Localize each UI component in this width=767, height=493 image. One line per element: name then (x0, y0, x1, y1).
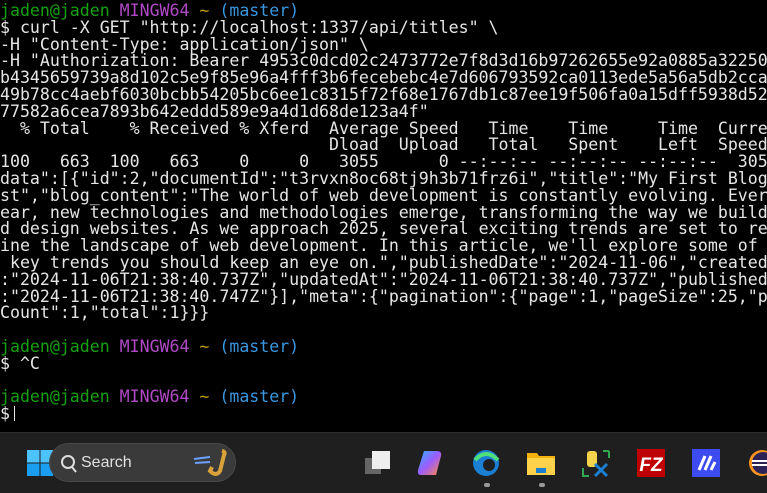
task-view-button[interactable] (360, 445, 396, 481)
dev-app-icon (692, 449, 720, 477)
search-label: Search (81, 454, 132, 471)
terminal-line: $ (0, 404, 767, 424)
dev-app-button[interactable] (688, 445, 724, 481)
saxophone-icon (193, 449, 227, 476)
text-cursor (13, 406, 15, 422)
terminal-text: $ ^C (0, 353, 40, 373)
filezilla-button[interactable]: FZ (633, 445, 669, 481)
prompt-tilde: ~ (199, 336, 220, 356)
svg-text:FZ: FZ (639, 455, 664, 476)
search-icon (61, 455, 77, 473)
copilot-button[interactable] (412, 445, 448, 481)
running-indicator (539, 483, 545, 487)
terminal-line: Count":1,"total":1}}} (0, 303, 767, 323)
database-tool-icon (582, 450, 610, 478)
edge-button[interactable] (468, 445, 504, 481)
eclipse-button[interactable] (742, 445, 767, 481)
terminal-line: jaden@jaden MINGW64 ~ (master) (0, 387, 767, 407)
prompt-user: jaden@jaden (0, 387, 120, 407)
terminal-text: $ (0, 404, 10, 424)
eclipse-icon (749, 450, 767, 476)
terminal-line: jaden@jaden MINGW64 ~ (master) (0, 336, 767, 356)
edge-icon (473, 450, 500, 476)
search-box[interactable]: Search (49, 443, 236, 482)
terminal-line: $ ^C (0, 353, 767, 373)
terminal-window[interactable]: jaden@jaden MINGW64 ~ (master) $ curl -X … (0, 3, 767, 432)
file-explorer-icon (527, 453, 555, 475)
filezilla-icon: FZ (637, 449, 665, 477)
prompt-tilde: ~ (199, 387, 220, 407)
prompt-branch: (master) (219, 387, 300, 407)
terminal-text: Count":1,"total":1}}} (0, 303, 210, 323)
running-indicator (484, 483, 490, 487)
taskbar: Search FZ (0, 432, 767, 493)
prompt-mingw: MINGW64 (119, 387, 200, 407)
task-view-icon (365, 451, 390, 474)
prompt-mingw: MINGW64 (119, 336, 200, 356)
file-explorer-button[interactable] (523, 445, 559, 481)
database-tool-button[interactable] (578, 445, 614, 481)
copilot-icon (417, 451, 442, 475)
prompt-branch: (master) (219, 336, 300, 356)
